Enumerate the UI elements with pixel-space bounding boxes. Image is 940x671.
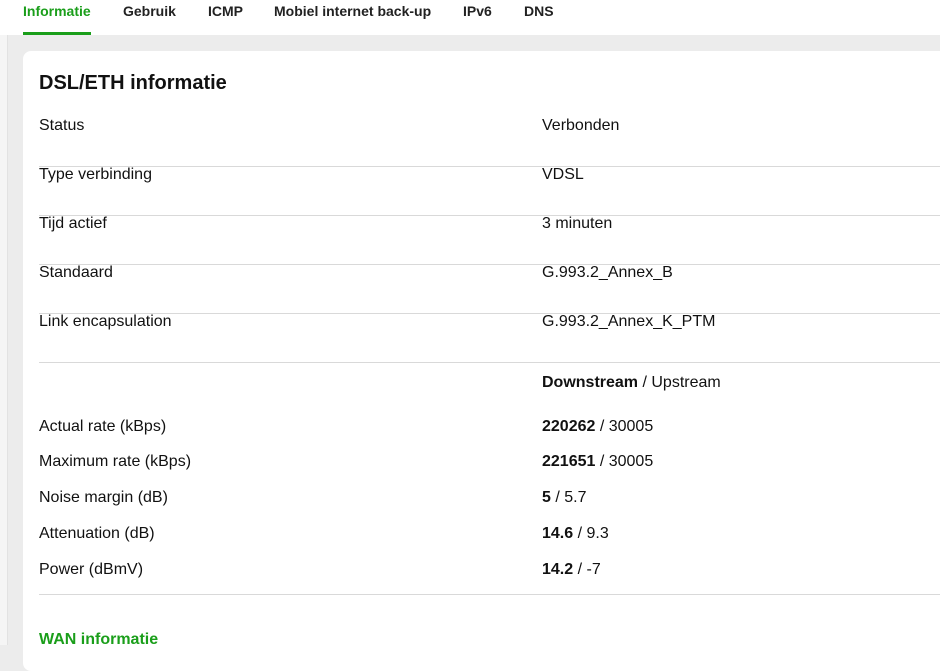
upstream-header: Upstream bbox=[651, 374, 721, 391]
wan-section-title[interactable]: WAN informatie bbox=[39, 631, 158, 649]
stats-header-row: Downstream / Upstream bbox=[39, 374, 940, 404]
info-value: G.993.2_Annex_B bbox=[542, 264, 673, 281]
info-value: 3 minuten bbox=[542, 215, 613, 232]
stat-label: Noise margin (dB) bbox=[39, 489, 168, 506]
tab-gebruik[interactable]: Gebruik bbox=[123, 2, 176, 20]
stat-value: 14.2 / -7 bbox=[542, 561, 601, 578]
section-title: DSL/ETH informatie bbox=[39, 72, 227, 94]
info-value: VDSL bbox=[542, 166, 584, 183]
info-label: Link encapsulation bbox=[39, 313, 172, 330]
stat-value: 14.6 / 9.3 bbox=[542, 525, 609, 542]
info-row-link-encapsulation: Link encapsulation G.993.2_Annex_K_PTM bbox=[39, 313, 940, 363]
stat-value: 221651 / 30005 bbox=[542, 453, 654, 470]
stat-downstream-value: 221651 bbox=[542, 453, 596, 470]
info-label: Type verbinding bbox=[39, 166, 152, 183]
info-row-standaard: Standaard G.993.2_Annex_B bbox=[39, 264, 940, 314]
tab-informatie[interactable]: Informatie bbox=[23, 2, 91, 20]
stat-downstream-value: 5 bbox=[542, 489, 551, 506]
top-nav-bar: Informatie Gebruik ICMP Mobiel internet … bbox=[0, 0, 940, 35]
info-label: Standaard bbox=[39, 264, 113, 281]
stat-row-actual-rate: Actual rate (kBps) 220262 / 30005 bbox=[39, 418, 940, 448]
stat-upstream-value: 9.3 bbox=[586, 525, 609, 542]
dsl-info-card: DSL/ETH informatie Status Verbonden Type… bbox=[23, 51, 940, 671]
stat-label: Attenuation (dB) bbox=[39, 525, 155, 542]
section-divider bbox=[39, 594, 940, 595]
stat-row-maximum-rate: Maximum rate (kBps) 221651 / 30005 bbox=[39, 453, 940, 483]
stat-upstream-value: -7 bbox=[586, 561, 601, 578]
stat-value: 5 / 5.7 bbox=[542, 489, 587, 506]
tab-ipv6[interactable]: IPv6 bbox=[463, 2, 492, 20]
stat-row-power: Power (dBmV) 14.2 / -7 bbox=[39, 561, 940, 591]
info-value: G.993.2_Annex_K_PTM bbox=[542, 313, 716, 330]
downstream-header: Downstream bbox=[542, 374, 639, 391]
info-label: Status bbox=[39, 117, 85, 134]
stats-separator: / bbox=[638, 374, 652, 391]
stat-downstream-value: 14.6 bbox=[542, 525, 574, 542]
stat-label: Actual rate (kBps) bbox=[39, 418, 167, 435]
stat-upstream-value: 5.7 bbox=[564, 489, 587, 506]
tab-mobiel-internet-back-up[interactable]: Mobiel internet back-up bbox=[274, 2, 431, 20]
stat-row-attenuation: Attenuation (dB) 14.6 / 9.3 bbox=[39, 525, 940, 555]
info-row-status: Status Verbonden bbox=[39, 117, 940, 167]
info-value: Verbonden bbox=[542, 117, 620, 134]
stat-value: 220262 / 30005 bbox=[542, 418, 654, 435]
stat-label: Maximum rate (kBps) bbox=[39, 453, 192, 470]
info-row-tijd-actief: Tijd actief 3 minuten bbox=[39, 215, 940, 265]
left-panel-edge bbox=[0, 35, 8, 645]
stats-header: Downstream / Upstream bbox=[542, 374, 721, 392]
stat-upstream-value: 30005 bbox=[608, 453, 654, 470]
stat-downstream-value: 14.2 bbox=[542, 561, 574, 578]
info-label: Tijd actief bbox=[39, 215, 107, 232]
stat-downstream-value: 220262 bbox=[542, 418, 596, 435]
tab-dns[interactable]: DNS bbox=[524, 2, 554, 20]
tab-icmp[interactable]: ICMP bbox=[208, 2, 243, 20]
stat-upstream-value: 30005 bbox=[608, 418, 654, 435]
info-row-type-verbinding: Type verbinding VDSL bbox=[39, 166, 940, 216]
stat-label: Power (dBmV) bbox=[39, 561, 144, 578]
stat-row-noise-margin: Noise margin (dB) 5 / 5.7 bbox=[39, 489, 940, 519]
active-tab-indicator bbox=[23, 32, 91, 35]
